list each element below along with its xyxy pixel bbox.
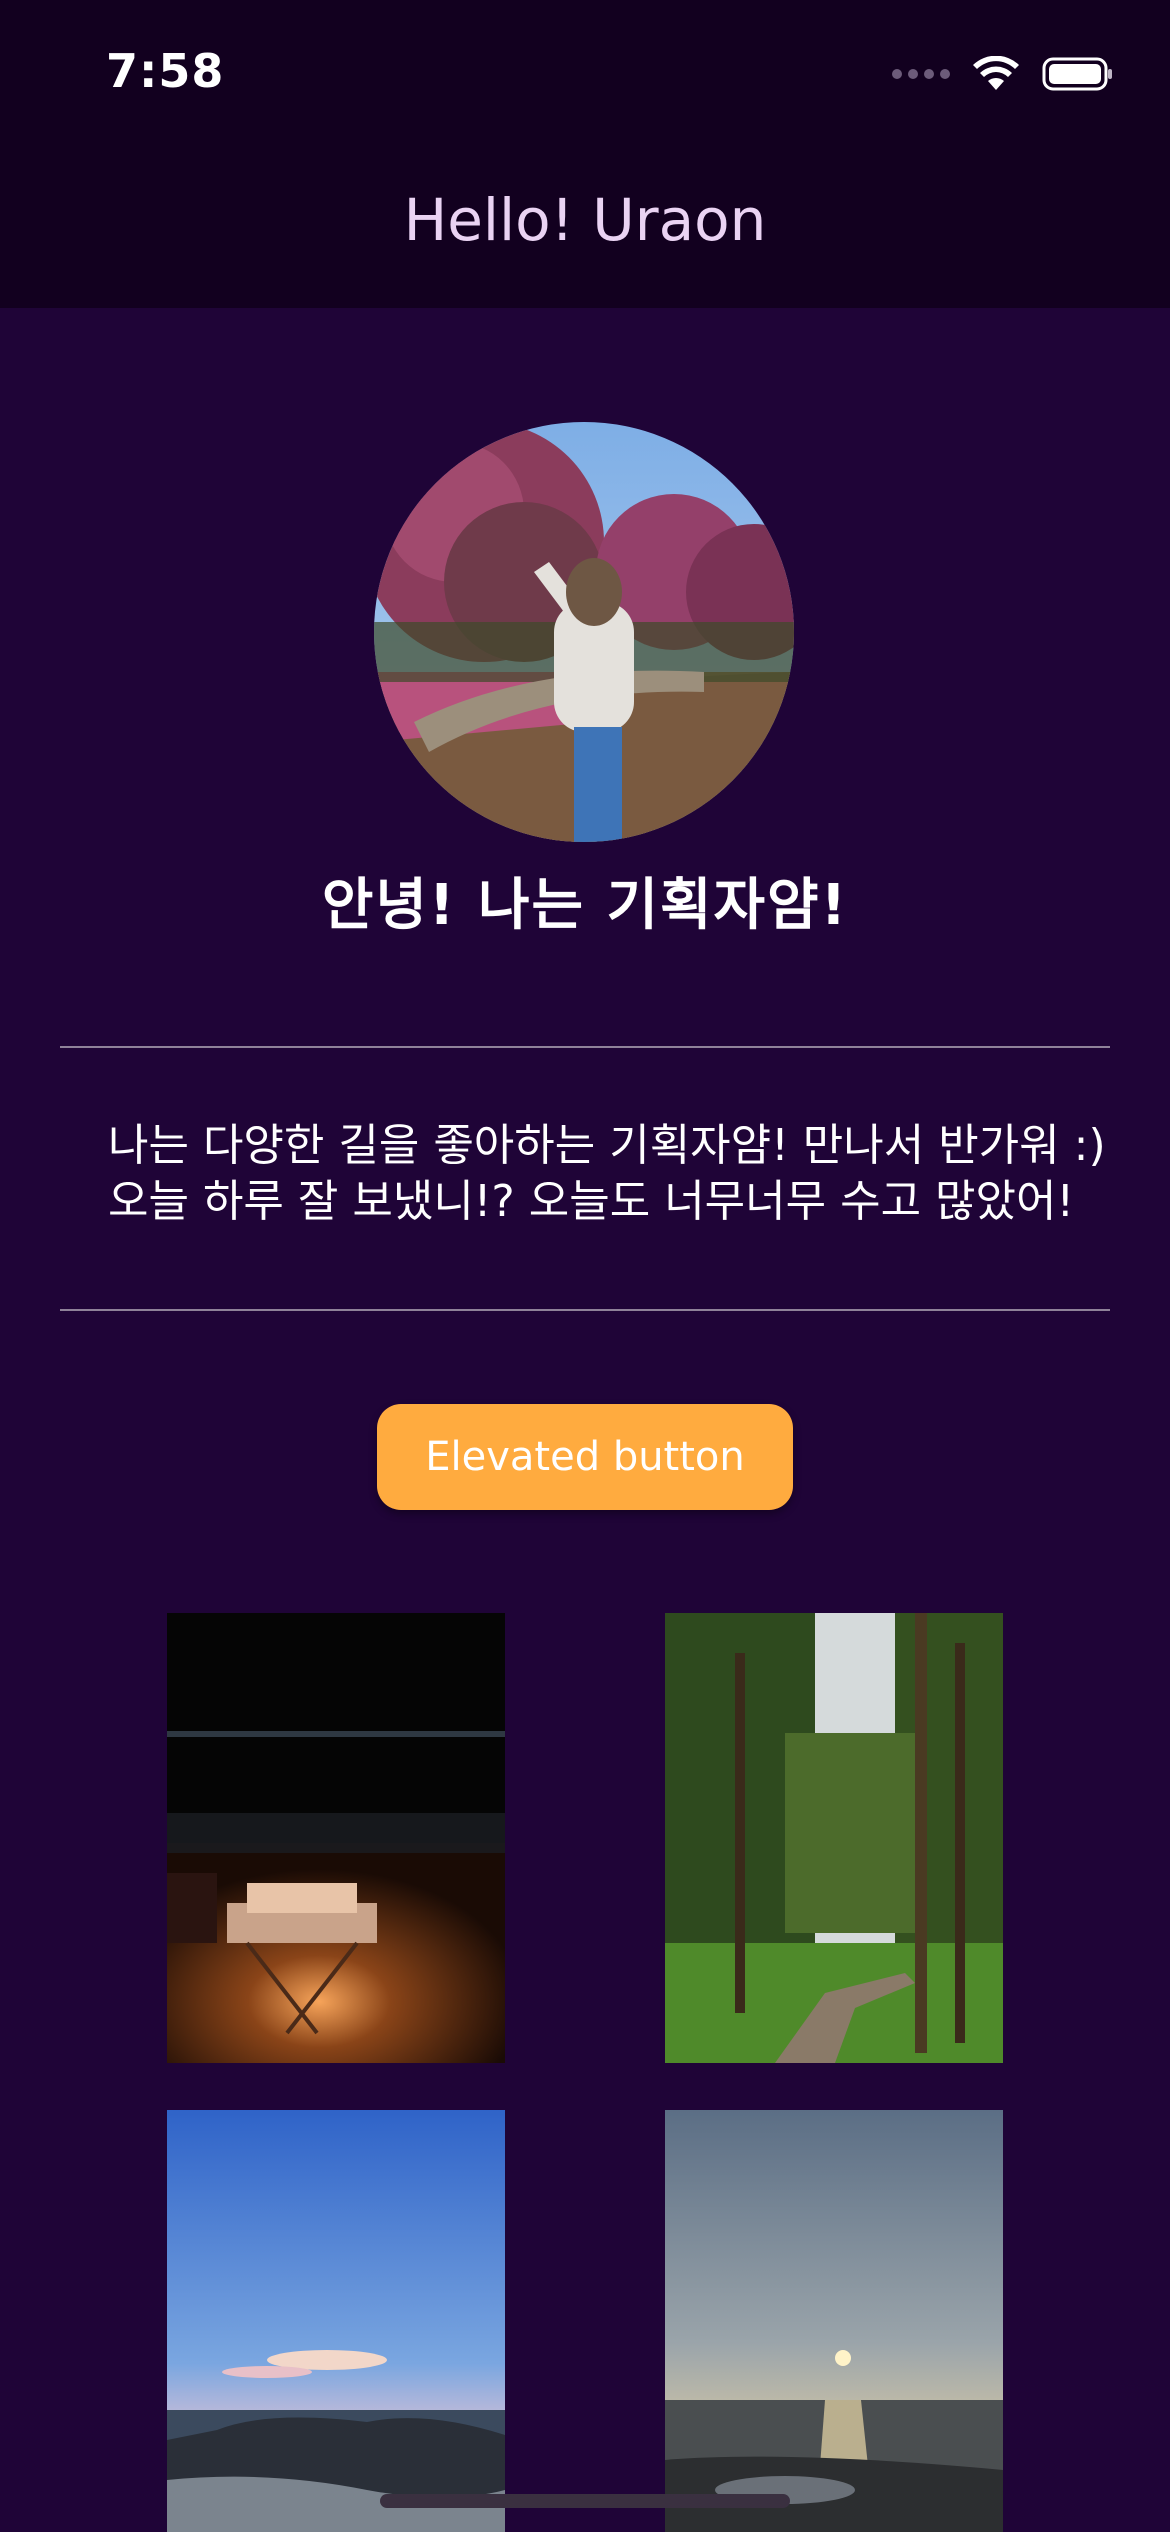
photo-blue-sky-sea-rocks bbox=[167, 2110, 505, 2532]
intro-line-2: 오늘 하루 잘 보냈니!? 오늘도 너무너무 수고 많았어! bbox=[108, 1176, 1075, 1227]
profile-avatar bbox=[374, 422, 794, 842]
app-title: Hello! Uraon bbox=[403, 186, 767, 254]
status-time: 7:58 bbox=[106, 44, 225, 98]
divider-bottom bbox=[60, 1309, 1110, 1311]
photo-campfire-beach-night bbox=[167, 1613, 505, 2063]
photo-forest-boardwalk bbox=[665, 1613, 1003, 2063]
elevated-button[interactable]: Elevated button bbox=[377, 1404, 793, 1510]
home-indicator[interactable] bbox=[380, 2494, 790, 2508]
intro-line-1: 나는 다양한 길을 좋아하는 기획자얌! 만나서 반가워 :) bbox=[108, 1120, 1106, 1171]
cellular-signal-icon bbox=[892, 69, 950, 79]
photo-sunset-sea bbox=[665, 2110, 1003, 2532]
profile-greeting: 안녕! 나는 기획자얌! bbox=[321, 873, 849, 938]
divider-top bbox=[60, 1046, 1110, 1048]
intro-text: 나는 다양한 길을 좋아하는 기획자얌! 만나서 반가워 :) 오늘 하루 잘 … bbox=[108, 1118, 1106, 1230]
wifi-icon bbox=[973, 56, 1019, 90]
status-icons bbox=[892, 52, 1114, 96]
battery-icon bbox=[1042, 57, 1112, 91]
app-bar: 7:58 Hello! Uraon bbox=[0, 0, 1170, 308]
